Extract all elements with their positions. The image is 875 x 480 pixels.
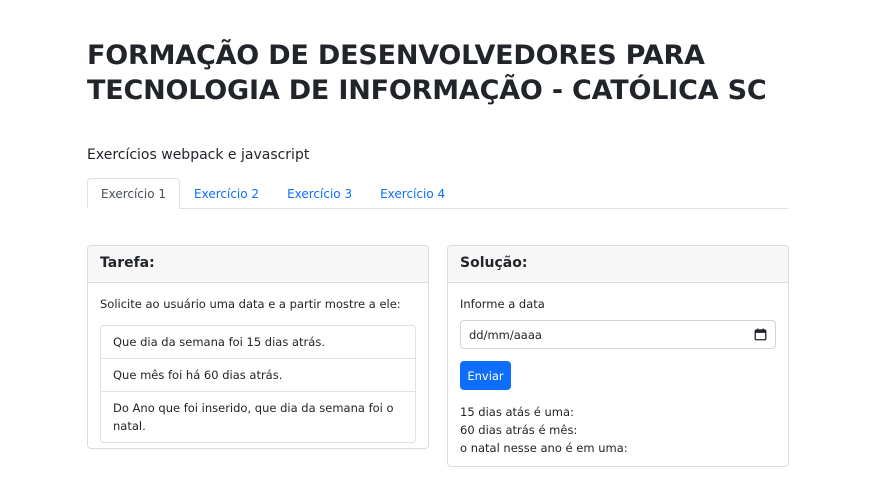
page-title-line-1: FORMAÇÃO DE DESENVOLVEDORES PARA <box>87 40 705 71</box>
exercise-tabs: Exercício 1 Exercício 2 Exercício 3 Exer… <box>87 178 788 209</box>
date-label: Informe a data <box>460 297 545 311</box>
page-title: FORMAÇÃO DE DESENVOLVEDORES PARA TECNOLO… <box>87 38 788 108</box>
result-60-days: 60 dias atrás é mês: <box>460 423 578 437</box>
task-card-header: Tarefa: <box>88 246 428 283</box>
solution-card-header: Solução: <box>448 246 788 283</box>
task-list-item: Do Ano que foi inserido, que dia da sema… <box>113 401 394 433</box>
result-15-days: 15 dias atás é uma: <box>460 405 574 419</box>
solution-card: Solução: Informe a data dd/mm/aaaa Envia… <box>447 245 789 467</box>
results: 15 dias atás é uma: 60 dias atrás é mês:… <box>460 403 776 457</box>
calendar-icon[interactable] <box>754 328 767 341</box>
result-christmas: o natal nesse ano é em uma: <box>460 441 628 455</box>
task-intro: Solicite ao usuário uma data e a partir … <box>100 297 401 311</box>
task-list-item: Que mês foi há 60 dias atrás. <box>101 359 415 392</box>
tab-exercicio-2[interactable]: Exercício 2 <box>180 178 273 209</box>
tab-exercicio-4[interactable]: Exercício 4 <box>366 178 459 209</box>
submit-button[interactable]: Enviar <box>460 361 511 390</box>
tab-exercicio-1[interactable]: Exercício 1 <box>87 178 181 209</box>
page-title-line-2: TECNOLOGIA DE INFORMAÇÃO - CATÓLICA SC <box>87 75 767 106</box>
page-subtitle: Exercícios webpack e javascript <box>87 147 310 163</box>
date-input-placeholder: dd/mm/aaaa <box>469 327 542 342</box>
task-card: Tarefa: Solicite ao usuário uma data e a… <box>87 245 429 449</box>
task-list-item: Que dia da semana foi 15 dias atrás. <box>101 326 415 359</box>
tab-exercicio-3[interactable]: Exercício 3 <box>273 178 366 209</box>
task-list: Que dia da semana foi 15 dias atrás. Que… <box>100 325 416 443</box>
solution-card-body: Informe a data dd/mm/aaaa Enviar 15 dias… <box>448 283 788 469</box>
date-input[interactable]: dd/mm/aaaa <box>460 320 776 349</box>
task-card-body: Solicite ao usuário uma data e a partir … <box>88 283 428 455</box>
